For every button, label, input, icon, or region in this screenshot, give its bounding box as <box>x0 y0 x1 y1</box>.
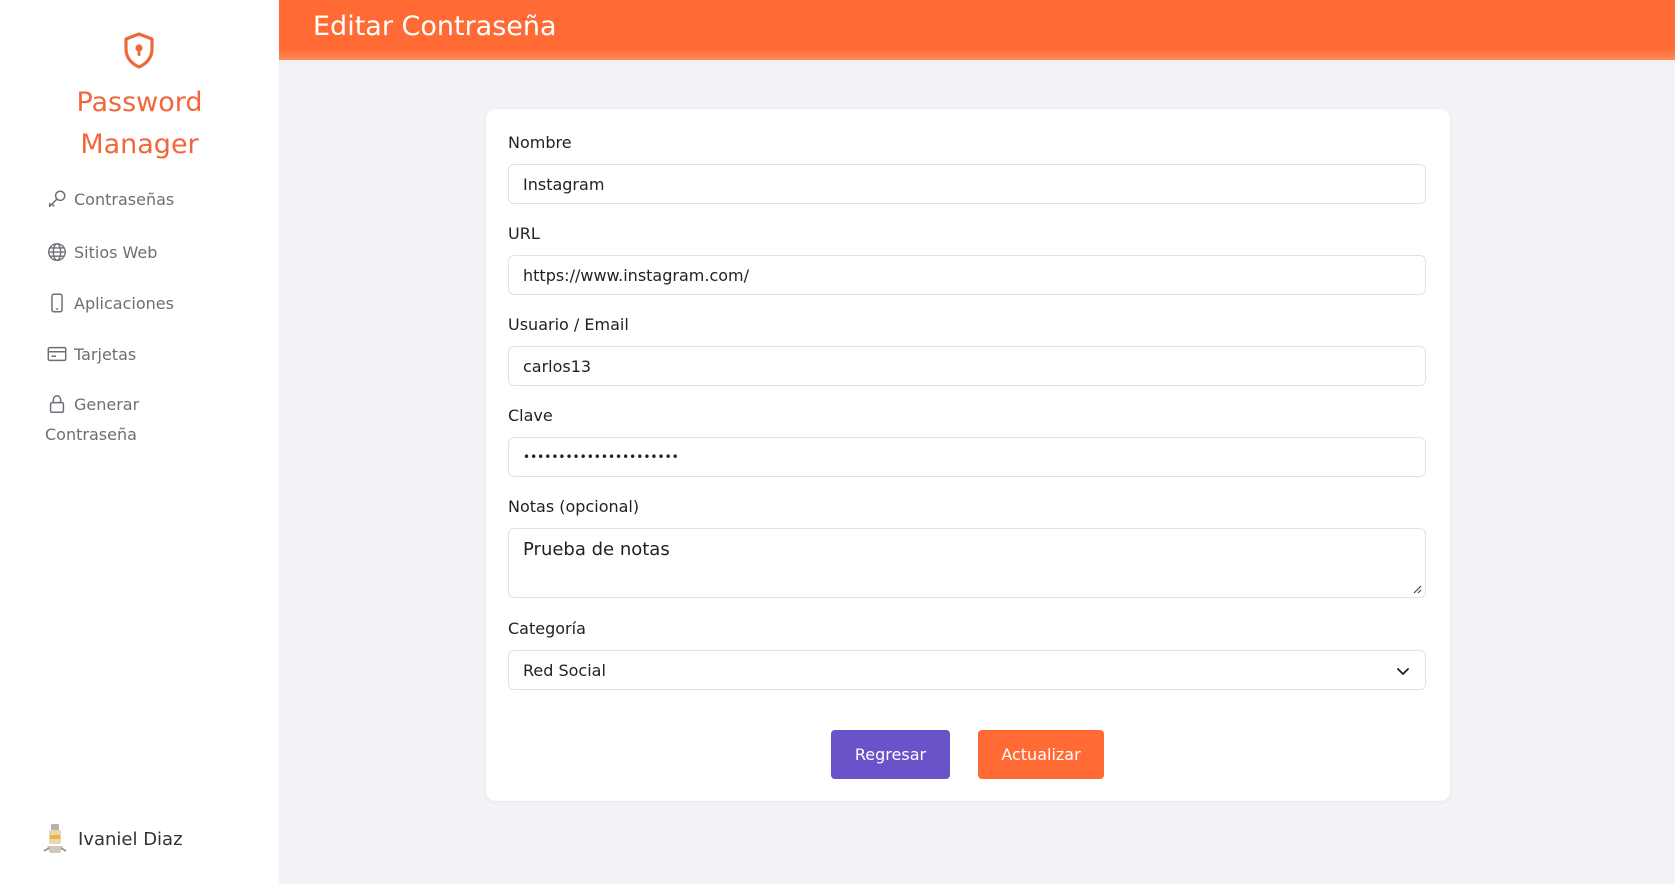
chevron-down-icon <box>1397 668 1409 675</box>
user-profile[interactable]: Ivaniel Diaz <box>40 822 183 856</box>
sidebar-item-label: Contraseñas <box>74 189 175 209</box>
sidebar-item-label: Tarjetas <box>74 344 137 364</box>
credit-card-icon <box>47 346 67 362</box>
categoria-selected-value: Red Social <box>523 660 606 680</box>
sidebar-item-label: Sitios Web <box>74 242 158 262</box>
categoria-select[interactable]: Red Social <box>508 650 1426 690</box>
app: Password Manager Contraseñas Sitios Web <box>0 0 1675 884</box>
clave-input[interactable]: •••••••••••••••••••••• <box>508 437 1426 477</box>
avatar-icon <box>43 824 67 853</box>
key-icon <box>48 190 66 208</box>
resize-grip-icon[interactable] <box>1412 584 1422 594</box>
nombre-label: Nombre <box>508 133 572 152</box>
sidebar-item-sitios-web[interactable]: Sitios Web <box>46 241 157 263</box>
page-title: Editar Contraseña <box>313 11 557 42</box>
nombre-input[interactable]: Instagram <box>508 164 1426 204</box>
url-input[interactable]: https://www.instagram.com/ <box>508 255 1426 295</box>
sidebar-item-aplicaciones[interactable]: Aplicaciones <box>46 292 174 314</box>
sidebar-item-label: Aplicaciones <box>74 293 174 313</box>
sidebar-item-label-line1: Generar <box>74 395 140 414</box>
globe-icon <box>48 243 66 261</box>
actualizar-button[interactable]: Actualizar <box>978 730 1104 779</box>
notas-textarea[interactable]: Prueba de notas <box>508 528 1426 598</box>
categoria-label: Categoría <box>508 619 586 638</box>
clave-label: Clave <box>508 406 553 425</box>
usuario-label: Usuario / Email <box>508 315 629 334</box>
sidebar-item-generar-contrasena[interactable]: Generar Contraseña <box>45 393 206 447</box>
lock-icon <box>49 395 65 413</box>
header-bar: Editar Contraseña <box>279 0 1675 60</box>
usuario-input[interactable]: carlos13 <box>508 346 1426 386</box>
edit-password-form: Nombre Instagram URL https://www.instagr… <box>486 109 1450 801</box>
sidebar-item-tarjetas[interactable]: Tarjetas <box>46 343 136 365</box>
notas-label: Notas (opcional) <box>508 497 640 516</box>
notas-text: Prueba de notas <box>523 539 670 560</box>
sidebar-item-label-line2: Contraseña <box>45 425 137 444</box>
regresar-button[interactable]: Regresar <box>831 730 950 779</box>
brand-title-line2: Manager <box>80 129 199 160</box>
sidebar: Password Manager Contraseñas Sitios Web <box>0 0 279 884</box>
shield-lock-icon <box>124 32 154 69</box>
brand-title-line1: Password <box>76 87 203 118</box>
url-label: URL <box>508 224 540 243</box>
phone-icon <box>51 293 63 313</box>
user-name: Ivaniel Diaz <box>78 828 183 850</box>
sidebar-item-contrasenas[interactable]: Contraseñas <box>46 188 174 210</box>
brand-title[interactable]: Password Manager <box>0 82 279 166</box>
